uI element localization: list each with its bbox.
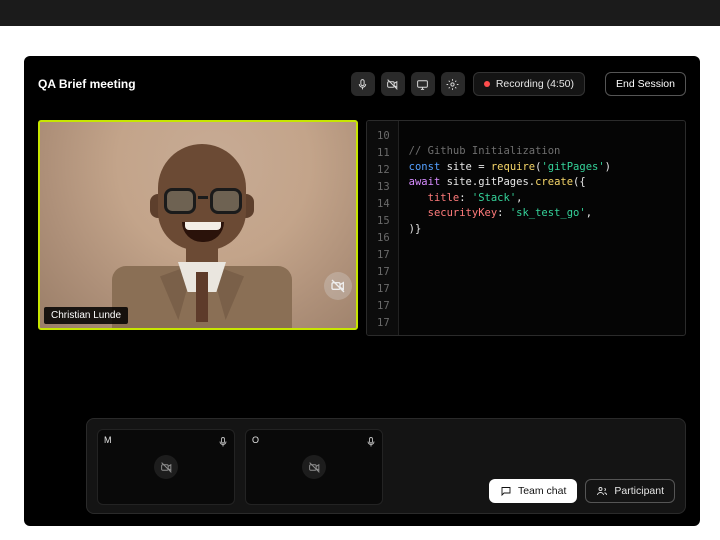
camera-off-icon: [160, 461, 173, 474]
participant-button[interactable]: Participant: [585, 479, 675, 503]
participant-initial: O: [252, 435, 259, 445]
mic-icon: [356, 78, 369, 91]
code-editor[interactable]: 10 11 12 13 14 15 16 17 17 17 17 17 // G…: [366, 120, 686, 336]
end-session-button[interactable]: End Session: [605, 72, 686, 96]
recording-indicator[interactable]: Recording (4:50): [473, 72, 585, 96]
meeting-window: QA Brief meeting Recording (4:50) End Se…: [24, 56, 700, 526]
participants-strip: M O Team chat Participant: [86, 418, 686, 514]
meeting-title: QA Brief meeting: [38, 77, 136, 91]
camera-off-badge: [302, 455, 326, 479]
camera-off-icon: [330, 278, 346, 294]
glasses-icon: [164, 188, 242, 214]
settings-icon: [446, 78, 459, 91]
participant-tile[interactable]: M: [97, 429, 235, 505]
participant-icon: [596, 485, 608, 497]
screen-share-button[interactable]: [411, 72, 435, 96]
line-gutter: 10 11 12 13 14 15 16 17 17 17 17 17: [367, 121, 399, 335]
participant-initial: M: [104, 435, 112, 445]
camera-off-icon: [386, 78, 399, 91]
more-button[interactable]: [441, 72, 465, 96]
bottom-actions: Team chat Participant: [489, 479, 675, 503]
top-bar: QA Brief meeting Recording (4:50) End Se…: [38, 68, 686, 100]
mic-button[interactable]: [351, 72, 375, 96]
camera-button[interactable]: [381, 72, 405, 96]
screen-share-icon: [416, 78, 429, 91]
mic-status: [365, 435, 377, 447]
camera-status-badge: [324, 272, 352, 300]
mic-icon: [217, 436, 229, 448]
chat-icon: [500, 485, 512, 497]
camera-off-badge: [154, 455, 178, 479]
toolbar: [351, 72, 465, 96]
active-speaker-tile[interactable]: Christian Lunde: [38, 120, 358, 330]
main-content: Christian Lunde 10 11 12 13 14 15 16 17 …: [38, 120, 686, 336]
speaker-name-label: Christian Lunde: [44, 307, 128, 324]
participant-tile[interactable]: O: [245, 429, 383, 505]
camera-off-icon: [308, 461, 321, 474]
mic-status: [217, 435, 229, 447]
mic-icon: [365, 436, 377, 448]
record-dot-icon: [484, 81, 490, 87]
browser-chrome: [0, 0, 720, 26]
team-chat-button[interactable]: Team chat: [489, 479, 577, 503]
recording-label: Recording (4:50): [496, 78, 574, 90]
code-body: // Github Initialization const site = re…: [399, 121, 621, 335]
